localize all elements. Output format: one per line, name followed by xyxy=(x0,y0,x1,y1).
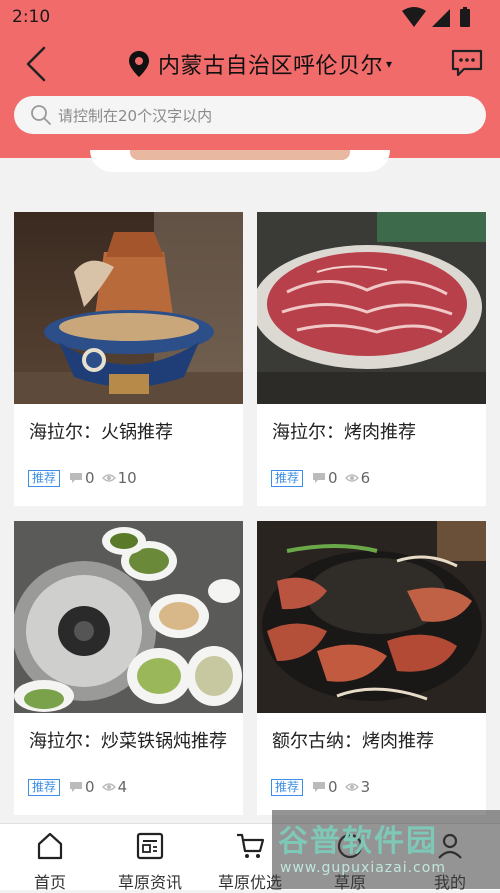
iron-pot-dishes-photo xyxy=(14,521,243,713)
title-bar: 内蒙古自治区呼伦贝尔 ▾ xyxy=(0,38,500,92)
location-pin-icon xyxy=(129,51,149,77)
tab-home[interactable]: 首页 xyxy=(0,824,100,892)
article-card[interactable]: 海拉尔：烤肉推荐 推荐 0 6 xyxy=(257,212,486,506)
view-count: 3 xyxy=(360,778,371,796)
card-meta: 推荐 0 4 xyxy=(28,777,134,797)
comment-count: 0 xyxy=(85,469,95,487)
chevron-down-icon: ▾ xyxy=(386,57,393,71)
battery-icon xyxy=(460,9,470,27)
eye-icon xyxy=(344,474,359,482)
hotpot-photo xyxy=(14,212,243,404)
comment-icon xyxy=(70,782,83,792)
status-time: 2:10 xyxy=(12,7,51,27)
news-icon xyxy=(136,832,164,860)
card-meta: 推荐 0 10 xyxy=(28,468,144,488)
card-title: 额尔古纳：烤肉推荐 xyxy=(272,731,434,752)
comment-icon xyxy=(313,782,326,792)
tab-label: 首页 xyxy=(33,873,66,892)
bbq-grill-photo xyxy=(257,521,486,713)
cart-icon xyxy=(237,833,265,858)
card-title: 海拉尔：炒菜铁锅炖推荐 xyxy=(29,731,227,752)
header: 2:10 内蒙古自治区呼伦贝尔 ▾ 请控制在20个汉字以内 xyxy=(0,0,500,158)
tab-label: 草原资讯 xyxy=(117,873,182,892)
comment-count: 0 xyxy=(85,778,95,796)
signal-icon xyxy=(432,9,450,27)
recommend-badge: 推荐 xyxy=(28,778,61,796)
card-meta: 推荐 0 6 xyxy=(271,468,377,488)
back-button[interactable] xyxy=(18,44,58,84)
eye-icon xyxy=(101,783,116,791)
comment-icon xyxy=(70,473,83,483)
wifi-icon xyxy=(402,7,426,27)
message-icon[interactable] xyxy=(450,48,484,78)
status-bar: 2:10 xyxy=(0,0,500,34)
search-input[interactable]: 请控制在20个汉字以内 xyxy=(14,96,486,134)
grilled-meat-photo xyxy=(257,212,486,404)
search-icon xyxy=(31,105,51,125)
watermark-logo: 谷普软件园 www.gupuxiazai.com xyxy=(272,810,500,889)
recommend-badge: 推荐 xyxy=(271,469,304,487)
watermark-brand: 谷普软件园 xyxy=(278,824,438,859)
card-title: 海拉尔：火锅推荐 xyxy=(29,422,173,443)
comment-icon xyxy=(313,473,326,483)
recommend-badge: 推荐 xyxy=(28,469,61,487)
location-selector[interactable]: 内蒙古自治区呼伦贝尔 ▾ xyxy=(128,48,392,80)
comment-count: 0 xyxy=(328,778,338,796)
article-card[interactable]: 额尔古纳：烤肉推荐 推荐 0 3 xyxy=(257,521,486,815)
article-card[interactable]: 海拉尔：火锅推荐 推荐 0 10 xyxy=(14,212,243,506)
location-text: 内蒙古自治区呼伦贝尔 xyxy=(158,54,384,79)
banner-peek[interactable] xyxy=(90,150,390,172)
view-count: 4 xyxy=(117,778,128,796)
search-placeholder: 请控制在20个汉字以内 xyxy=(58,106,213,125)
recommend-badge: 推荐 xyxy=(271,778,304,796)
watermark-url: www.gupuxiazai.com xyxy=(280,860,446,876)
comment-count: 0 xyxy=(328,469,338,487)
eye-icon xyxy=(101,474,116,482)
tab-news[interactable]: 草原资讯 xyxy=(100,824,200,892)
view-count: 10 xyxy=(117,469,137,487)
article-card[interactable]: 海拉尔：炒菜铁锅炖推荐 推荐 0 4 xyxy=(14,521,243,815)
card-title: 海拉尔：烤肉推荐 xyxy=(272,422,416,443)
status-icons xyxy=(402,7,470,27)
view-count: 6 xyxy=(360,469,371,487)
card-meta: 推荐 0 3 xyxy=(271,777,377,797)
home-icon xyxy=(37,832,63,860)
eye-icon xyxy=(344,783,359,791)
